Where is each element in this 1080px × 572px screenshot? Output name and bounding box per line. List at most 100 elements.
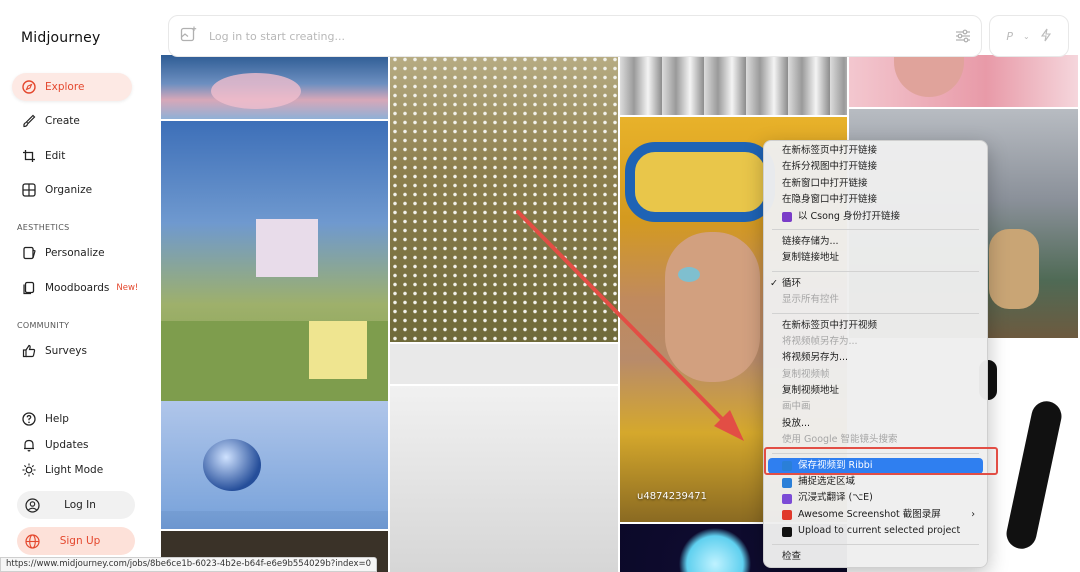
brush-icon (21, 113, 37, 129)
menu-item[interactable]: 链接存储为... (764, 234, 987, 250)
prompt-bar[interactable]: Log in to start creating... (168, 15, 982, 57)
moodboard-icon (21, 280, 37, 296)
menu-item-label: 将视频帧另存为... (782, 335, 858, 347)
menu-item[interactable]: 在新标签页中打开链接 (764, 143, 987, 159)
menu-item: 复制视频帧 (764, 367, 987, 383)
chevron-right-icon: › (971, 508, 975, 520)
user-icon (23, 496, 41, 514)
context-menu[interactable]: 在新标签页中打开链接在拆分视图中打开链接在新窗口中打开链接 在隐身窗口中打开链接以… (763, 140, 988, 568)
menu-item[interactable]: 检查 (764, 549, 987, 565)
menu-separator (772, 543, 979, 545)
menu-separator (772, 270, 979, 272)
menu-item-label: 投放... (782, 417, 811, 429)
menu-item[interactable]: 在新标签页中打开视频 (764, 318, 987, 334)
menu-separator (772, 228, 979, 230)
menu-item[interactable]: 投放... (764, 416, 987, 432)
compass-icon (21, 79, 37, 95)
menu-item: 将视频帧另存为... (764, 334, 987, 350)
sun-icon (21, 462, 37, 478)
nav-help-label: Help (45, 413, 69, 425)
menu-item[interactable]: 在新窗口中打开链接 (764, 176, 987, 192)
menu-item-label: 在新窗口中打开链接 (782, 177, 868, 189)
nav-organize[interactable]: Organize (12, 176, 132, 204)
personalize-icon (21, 245, 37, 261)
nav-moodboards-label: Moodboards (45, 282, 110, 294)
menu-item[interactable]: 在隐身窗口中打开链接 (764, 192, 987, 208)
menu-item[interactable]: 沉浸式翻译 (⌥E) (764, 490, 987, 506)
add-image-icon[interactable] (180, 26, 197, 47)
app-logo-text[interactable]: Midjourney (21, 30, 100, 46)
nav-edit-label: Edit (45, 150, 66, 162)
light-mode-label: Light Mode (45, 464, 104, 476)
page: u4874239471 Midjourney Explore Create Ed… (0, 0, 1080, 572)
chevron-down-icon[interactable]: ⌄ (1023, 32, 1030, 41)
nav-personalize-label: Personalize (45, 247, 105, 259)
creator-username[interactable]: u4874239471 (637, 491, 707, 502)
nav-surveys[interactable]: Surveys (12, 337, 132, 365)
nav-personalize[interactable]: Personalize (12, 239, 132, 267)
menu-item[interactable]: 以 Csong 身份打开链接 (764, 209, 987, 225)
menu-separator (772, 312, 979, 314)
light-mode-toggle[interactable]: Light Mode (12, 456, 132, 484)
nav-edit[interactable]: Edit (12, 142, 132, 170)
menu-item-label: 链接存储为... (782, 235, 839, 247)
menu-item[interactable]: 捕捉选定区域 (764, 474, 987, 490)
nav-create[interactable]: Create (12, 107, 132, 135)
section-aesthetics: AESTHETICS (17, 223, 70, 232)
status-bar-url: https://www.midjourney.com/jobs/8be6ce1b… (0, 557, 378, 572)
menu-item-label: 使用 Google 智能镜头搜索 (782, 434, 898, 446)
help-icon (21, 411, 37, 427)
menu-item-label: 在隐身窗口中打开链接 (782, 194, 878, 206)
nav-surveys-label: Surveys (45, 345, 87, 357)
menu-item-label: 复制视频帧 (782, 368, 830, 380)
menu-item[interactable]: 复制链接地址 (764, 250, 987, 266)
nav-moodboards[interactable]: Moodboards New! (12, 274, 152, 302)
menu-item-label: 检查 (782, 550, 802, 562)
sliders-icon[interactable] (955, 28, 971, 48)
menu-item[interactable]: 复制视频地址 (764, 383, 987, 399)
capture-icon (782, 477, 792, 488)
menu-item[interactable]: ✓ 循环 (764, 276, 987, 292)
menu-item: 显示所有控件 (764, 292, 987, 308)
nav-help[interactable]: Help (12, 405, 132, 433)
menu-item-label: 在新标签页中打开视频 (782, 319, 878, 331)
menu-item[interactable]: Awesome Screenshot 截图录屏 › (764, 507, 987, 523)
checkmark-icon: ✓ (770, 277, 778, 289)
login-label: Log In (64, 499, 96, 511)
gallery-image-chrome-abstract[interactable] (620, 55, 847, 115)
menu-item-label: 沉浸式翻译 (⌥E) (798, 492, 873, 504)
nav-updates[interactable]: Updates (12, 431, 132, 459)
gallery-image-gray-gradient[interactable] (390, 386, 618, 572)
crop-icon (21, 148, 37, 164)
gallery-image-red-lips[interactable] (849, 55, 1078, 107)
bell-icon (21, 437, 37, 453)
thumbs-up-icon (21, 343, 37, 359)
nav-updates-label: Updates (45, 439, 89, 451)
menu-item-label: 显示所有控件 (782, 294, 840, 306)
gallery-image-gray-panel[interactable] (390, 344, 618, 384)
profile-letter[interactable]: P (1006, 30, 1013, 43)
gallery-image-sky-clouds[interactable] (161, 55, 388, 119)
lightning-icon[interactable] (1040, 28, 1052, 45)
prompt-input[interactable]: Log in to start creating... (209, 30, 345, 43)
signup-button[interactable]: Sign Up (17, 527, 135, 555)
annotation-highlight-box (764, 447, 998, 475)
sidebar: Midjourney Explore Create Edit Organize … (0, 0, 160, 572)
menu-item[interactable]: 在拆分视图中打开链接 (764, 159, 987, 175)
menu-item-label: 在新标签页中打开链接 (782, 145, 878, 156)
nav-create-label: Create (45, 115, 80, 127)
login-button[interactable]: Log In (17, 491, 135, 519)
section-community: COMMUNITY (17, 321, 70, 330)
nav-explore[interactable]: Explore (12, 73, 132, 101)
gallery-image-daisy-field[interactable] (390, 55, 618, 342)
menu-item[interactable]: Upload to current selected project (764, 523, 987, 539)
topright-controls[interactable]: P ⌄ (989, 15, 1069, 57)
grid-icon (21, 182, 37, 198)
signup-label: Sign Up (59, 535, 101, 547)
new-badge: New! (116, 283, 139, 293)
menu-item[interactable]: 将视频另存为... (764, 350, 987, 366)
menu-item: 画中画 (764, 399, 987, 415)
menu-item-label: 以 Csong 身份打开链接 (798, 210, 900, 222)
menu-item-label: 将视频另存为... (782, 352, 849, 364)
gallery-image-house-hill[interactable] (161, 121, 388, 529)
